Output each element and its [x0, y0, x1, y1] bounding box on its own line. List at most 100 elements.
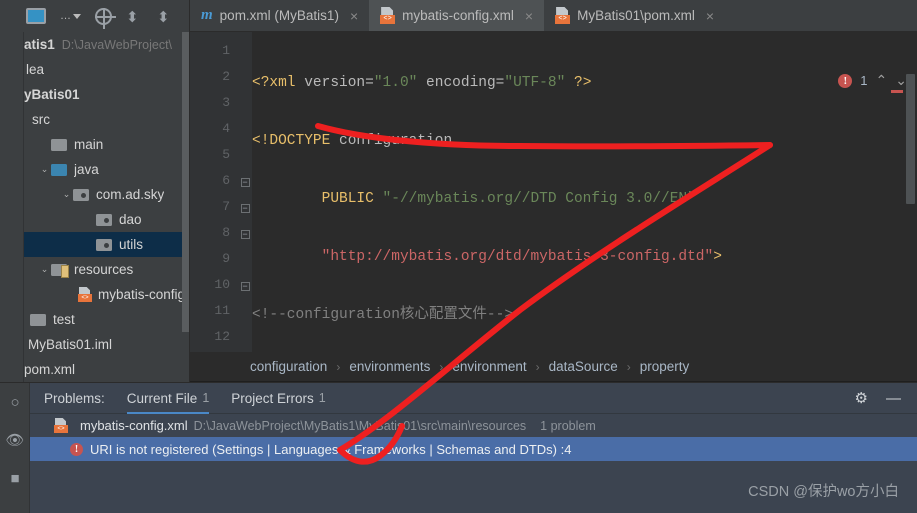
- tab-label: Current File: [126, 390, 198, 406]
- fold-toggle-icon[interactable]: −: [240, 230, 250, 239]
- tab-mybatis01-pom-xml[interactable]: <> MyBatis01\pom.xml ×: [544, 0, 725, 31]
- xml-file-icon: <>: [54, 418, 69, 433]
- collapse-all-icon[interactable]: [157, 8, 174, 25]
- chevron-down-icon[interactable]: ⌄: [60, 189, 73, 200]
- left-edge-strip: [0, 0, 8, 32]
- breadcrumb-item-environment[interactable]: environment: [452, 359, 526, 374]
- tree-row-pom-xml[interactable]: pom.xml: [24, 357, 189, 382]
- line-number: 3: [222, 95, 230, 110]
- nav-prev-error-icon[interactable]: ⌃: [876, 72, 888, 89]
- project-toolbar: …: [0, 0, 190, 32]
- error-stripe-marker[interactable]: [891, 90, 903, 93]
- tab-close-icon[interactable]: ×: [525, 8, 533, 24]
- layout-icon[interactable]: ■: [0, 459, 30, 497]
- tab-count: 1: [318, 391, 326, 405]
- tree-label: com.ad.sky: [96, 187, 165, 202]
- tree-row-src[interactable]: src: [24, 107, 189, 132]
- tab-close-icon[interactable]: ×: [706, 8, 714, 24]
- tab-label: Project Errors: [231, 390, 314, 406]
- line-number: 9: [222, 251, 230, 266]
- tab-close-icon[interactable]: ×: [350, 8, 358, 24]
- chevron-down-icon[interactable]: ⌄: [38, 264, 51, 275]
- problems-file-count: 1 problem: [540, 418, 596, 433]
- tree-label: mybatis-config: [98, 287, 186, 302]
- breadcrumb-item-datasource[interactable]: dataSource: [549, 359, 618, 374]
- tree-row-resources[interactable]: ⌄ resources: [24, 257, 189, 282]
- tree-label: utils: [119, 237, 144, 252]
- folder-resources-icon: [51, 263, 69, 278]
- problems-item-row[interactable]: ! URI is not registered (Settings | Lang…: [30, 437, 917, 461]
- fold-toggle-icon[interactable]: −: [240, 178, 250, 187]
- tree-row-mybatis01[interactable]: yBatis01: [24, 82, 189, 107]
- problems-file-name: mybatis-config.xml: [80, 418, 188, 433]
- tree-label: dao: [119, 212, 142, 227]
- inspection-icon[interactable]: ○: [0, 383, 30, 421]
- project-name: atis1: [24, 37, 55, 52]
- line-number: 1: [222, 43, 230, 58]
- maven-icon: m: [201, 7, 213, 23]
- tree-row-java[interactable]: ⌄ java: [24, 157, 189, 182]
- tab-count: 1: [202, 391, 210, 405]
- tree-label: lea: [26, 62, 45, 77]
- tree-label: java: [74, 162, 99, 177]
- tree-row-test[interactable]: test: [24, 307, 189, 332]
- tab-label: MyBatis01\pom.xml: [577, 8, 695, 23]
- code-line-5: <!--configuration核心配置文件-->: [252, 307, 514, 323]
- tab-project-errors[interactable]: Project Errors 1: [231, 383, 325, 414]
- tree-row-idea[interactable]: lea: [24, 57, 189, 82]
- chevron-right-icon: ›: [439, 359, 444, 374]
- line-number: 5: [222, 147, 230, 162]
- tree-row-mybatis01-iml[interactable]: MyBatis01.iml: [24, 332, 189, 357]
- breadcrumb-item-environments[interactable]: environments: [349, 359, 430, 374]
- tree-row-mybatis-config[interactable]: <> mybatis-config: [24, 282, 189, 307]
- folder-package-icon: [96, 238, 113, 251]
- line-number: 10: [214, 277, 230, 292]
- code-line-4: "http://mybatis.org/dtd/mybatis-3-config…: [321, 249, 722, 265]
- window-layout-icon[interactable]: [26, 8, 46, 24]
- tab-current-file[interactable]: Current File 1: [126, 383, 210, 414]
- code-line-1: <?xml version="1.0" encoding="UTF-8" ?>: [252, 75, 592, 91]
- breadcrumb-item-configuration[interactable]: configuration: [250, 359, 327, 374]
- chevron-down-icon[interactable]: ⌄: [38, 164, 51, 175]
- preview-icon[interactable]: 👁: [0, 421, 30, 459]
- minimize-icon[interactable]: —: [886, 390, 901, 407]
- tree-row-main[interactable]: main: [24, 132, 189, 157]
- ide-window: … m pom.xml (MyBatis1) × <> mybatis-conf…: [0, 0, 917, 513]
- chevron-right-icon: ›: [336, 359, 341, 374]
- code-folding-gutter[interactable]: − − − −: [238, 32, 252, 352]
- breadcrumb: configuration › environments › environme…: [190, 352, 917, 382]
- gear-icon[interactable]: ⚙: [855, 389, 868, 407]
- tree-label: yBatis01: [24, 87, 80, 102]
- tree-row-utils[interactable]: utils: [24, 232, 189, 257]
- tree-label: resources: [74, 262, 134, 277]
- expand-all-icon[interactable]: [126, 8, 143, 25]
- target-locate-icon[interactable]: [95, 7, 116, 29]
- tree-row-com-ad-sky[interactable]: ⌄ com.ad.sky: [24, 182, 189, 207]
- sidebar-scrollbar[interactable]: [182, 32, 189, 332]
- nav-next-error-icon[interactable]: ⌄: [895, 72, 907, 89]
- tab-mybatis-config-xml[interactable]: <> mybatis-config.xml ×: [369, 0, 545, 31]
- line-number: 11: [214, 303, 230, 318]
- more-options-icon[interactable]: …: [60, 7, 81, 25]
- tree-row-project-root[interactable]: atis1 D:\JavaWebProject\: [24, 32, 189, 57]
- xml-file-icon: <>: [78, 287, 93, 302]
- code-line-3: PUBLIC "-//mybatis.org//DTD Config 3.0//…: [321, 191, 696, 207]
- breadcrumb-item-property[interactable]: property: [640, 359, 690, 374]
- tab-label: mybatis-config.xml: [402, 8, 514, 23]
- line-number: 4: [222, 121, 230, 136]
- watermark-text: CSDN @保护wo方小白: [748, 484, 899, 500]
- problems-tool-strip: ○ 👁 ■: [0, 383, 30, 513]
- tab-pom-xml-mybatis1[interactable]: m pom.xml (MyBatis1) ×: [190, 0, 369, 31]
- code-editor[interactable]: 1 2 3 4 5 6 7 8 9 10 11 12 − − − − <?xml…: [190, 32, 917, 352]
- fold-toggle-icon[interactable]: −: [240, 204, 250, 213]
- project-path: D:\JavaWebProject\: [61, 37, 173, 52]
- fold-toggle-icon[interactable]: −: [240, 282, 250, 291]
- code-line-2: <!DOCTYPE configuration: [252, 133, 453, 149]
- problems-item-message: URI is not registered (Settings | Langua…: [90, 441, 572, 457]
- editor-scrollbar[interactable]: [906, 74, 915, 204]
- error-icon: !: [838, 73, 853, 88]
- problems-file-row[interactable]: <> mybatis-config.xml D:\JavaWebProject\…: [30, 414, 917, 437]
- code-content[interactable]: <?xml version="1.0" encoding="UTF-8" ?> …: [252, 32, 917, 352]
- tree-row-dao[interactable]: dao: [24, 207, 189, 232]
- xml-file-icon: <>: [380, 7, 396, 24]
